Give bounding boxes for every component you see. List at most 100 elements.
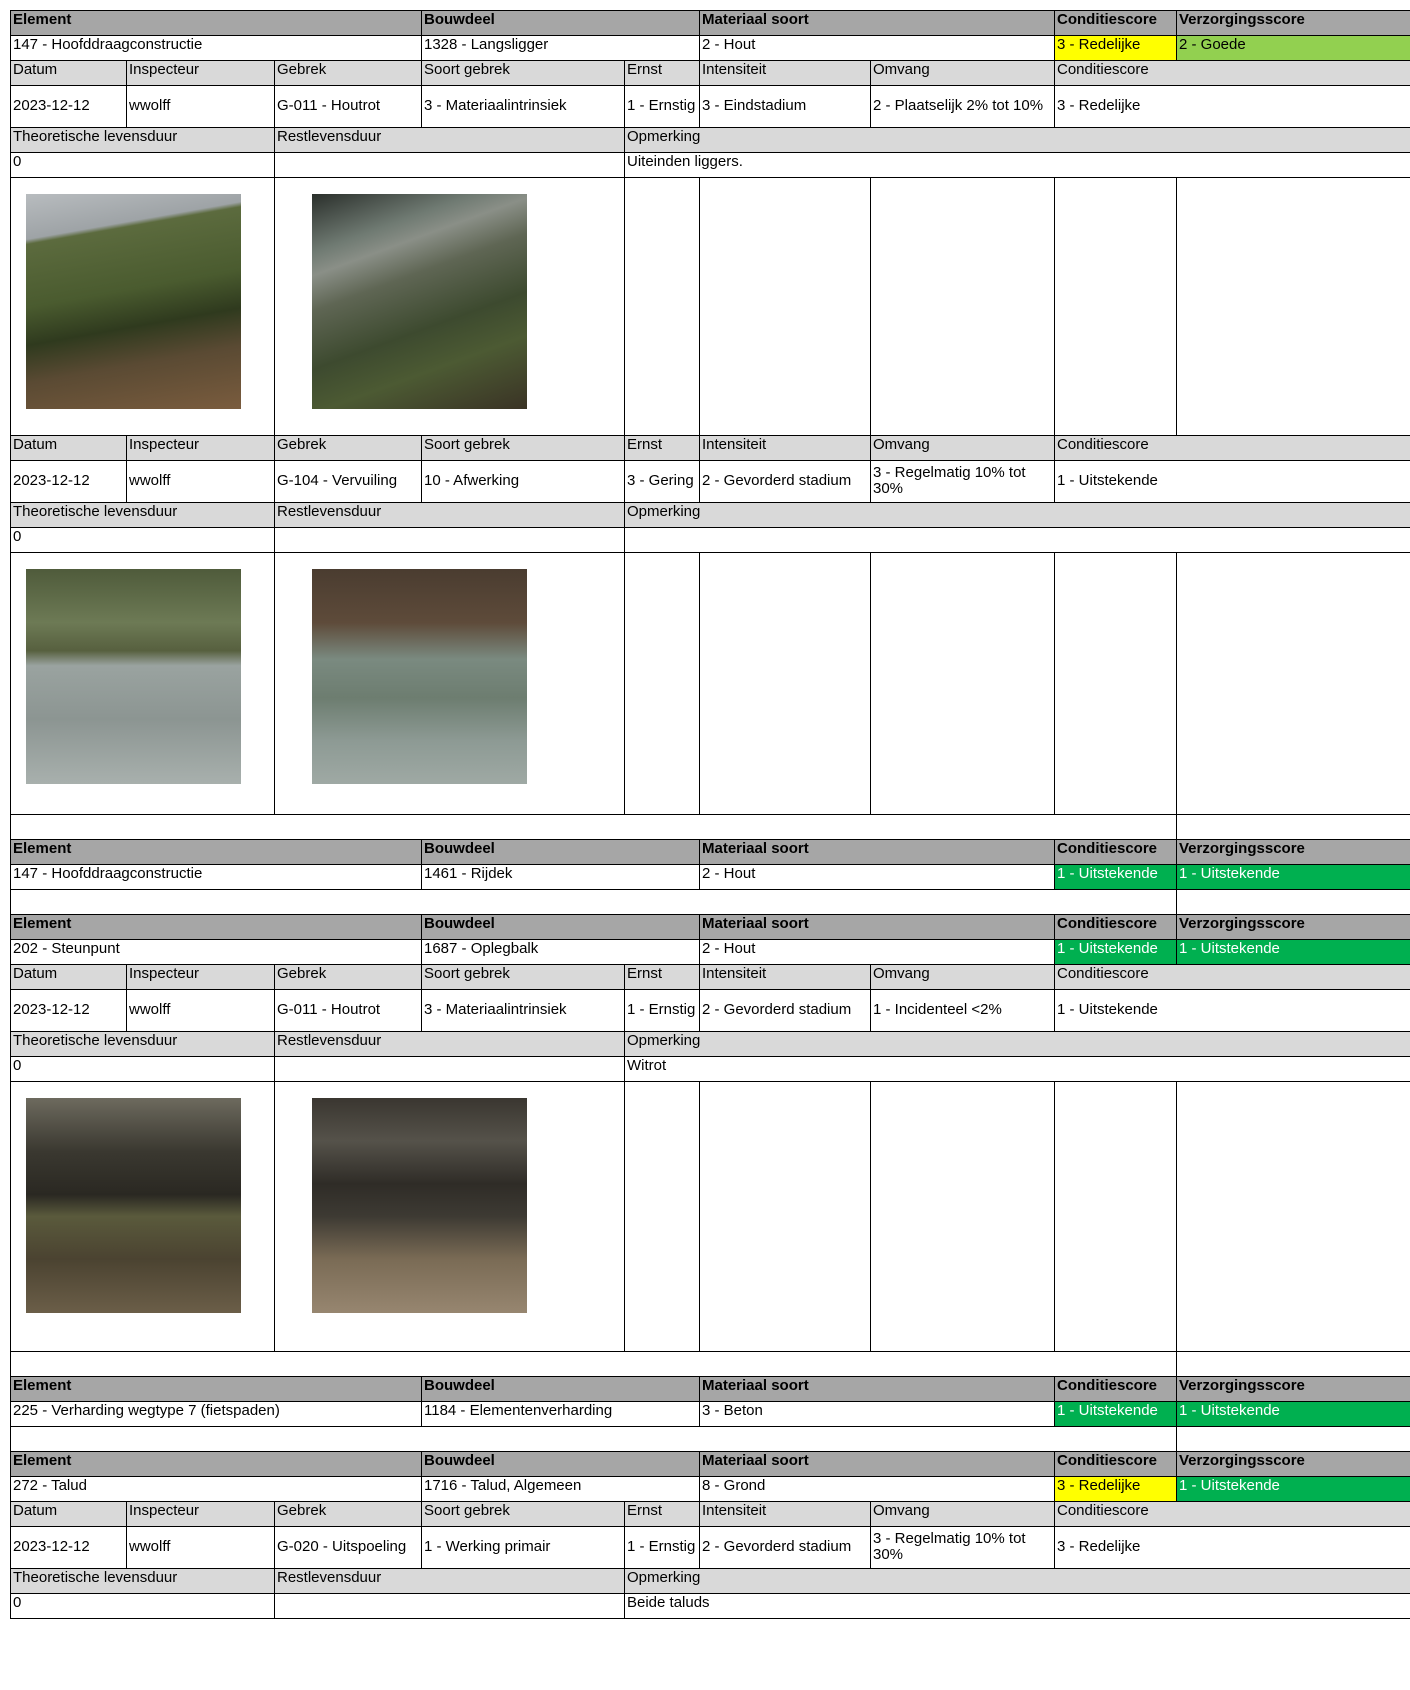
grid-line — [624, 1056, 625, 1081]
conditiescore-badge: 3 - Redelijke — [1054, 35, 1176, 60]
datum-value: 2023-12-12 — [13, 1538, 90, 1555]
grid-line — [421, 1451, 422, 1476]
grid-line — [699, 914, 700, 939]
verzorgingsscore-badge: 2 - Goede — [1176, 35, 1410, 60]
inspecteur-value: wwolff — [129, 97, 171, 114]
label-theoretische-levensduur: Theoretische levensduur — [10, 502, 274, 527]
grid-line — [126, 85, 127, 127]
grid-line — [1054, 1401, 1055, 1426]
col-header-bouwdeel: Bouwdeel — [421, 839, 699, 864]
grid-line — [1176, 552, 1177, 814]
materiaal-value: 2 - Hout — [702, 940, 756, 957]
omvang-value: 1 - Incidenteel <2% — [873, 1001, 1002, 1018]
grid-line — [274, 989, 275, 1031]
label-soort-gebrek: Soort gebrek — [421, 435, 624, 460]
element-value: 147 - Hoofddraagconstructie — [13, 36, 203, 53]
intensiteit-value: 3 - Eindstadium — [702, 97, 807, 114]
ernst-value: 1 - Ernstig — [627, 97, 696, 114]
grid-line — [1176, 939, 1177, 964]
element-value: 225 - Verharding wegtype 7 (fietspaden) — [13, 1402, 280, 1419]
datum-value: 2023-12-12 — [13, 97, 90, 114]
grid-line — [274, 60, 275, 85]
grid-line — [699, 35, 700, 60]
label-inspecteur: Inspecteur — [126, 435, 274, 460]
label-gebrek: Gebrek — [274, 60, 421, 85]
materiaal-value: 2 - Hout — [702, 36, 756, 53]
label-gebrek: Gebrek — [274, 1501, 421, 1526]
ernst-value: 3 - Gering — [627, 472, 694, 489]
inspecteur-value: wwolff — [129, 472, 171, 489]
grid-line — [10, 1501, 1410, 1502]
inspecteur-value: wwolff — [129, 1538, 171, 1555]
grid-line — [699, 10, 700, 35]
restlevensduur-value — [274, 1593, 624, 1618]
grid-line — [274, 85, 275, 127]
grid-line — [10, 1593, 1410, 1594]
grid-line — [126, 60, 127, 85]
grid-line — [1054, 85, 1055, 127]
conditiescore-value: 1 - Uitstekende — [1057, 1001, 1158, 1018]
grid-line — [624, 60, 625, 85]
grid-line — [1176, 914, 1177, 939]
col-header-verzorgingsscore: Verzorgingsscore — [1176, 839, 1410, 864]
label-omvang: Omvang — [870, 60, 1054, 85]
grid-line — [421, 964, 422, 989]
grid-line — [624, 435, 625, 460]
theoretische-levensduur-value: 0 — [13, 1594, 22, 1611]
grid-line — [10, 1593, 11, 1618]
grid-line — [1054, 35, 1055, 60]
grid-line — [10, 1056, 11, 1081]
grid-line — [274, 1081, 275, 1351]
grid-line — [10, 1618, 1410, 1619]
grid-line — [421, 35, 422, 60]
grid-line — [624, 460, 625, 502]
grid-line — [10, 10, 1410, 11]
intensiteit-value: 2 - Gevorderd stadium — [702, 472, 852, 489]
label-ernst: Ernst — [624, 1501, 699, 1526]
grid-line — [10, 939, 1410, 940]
grid-line — [10, 1526, 11, 1568]
soort-gebrek-value: 10 - Afwerking — [424, 472, 520, 489]
soort-gebrek-value: 3 - Materiaalintrinsiek — [424, 97, 567, 114]
grid-line — [421, 1376, 422, 1401]
grid-line — [10, 177, 11, 435]
grid-line — [1176, 35, 1177, 60]
grid-line — [421, 60, 422, 85]
grid-line — [421, 1401, 422, 1426]
ernst-value: 1 - Ernstig — [627, 1538, 696, 1555]
grid-line — [10, 435, 11, 460]
grid-line — [10, 60, 11, 85]
col-header-element: Element — [10, 914, 421, 939]
grid-line — [1176, 1081, 1177, 1351]
grid-line — [10, 889, 1410, 890]
grid-line — [421, 914, 422, 939]
grid-line — [699, 552, 700, 814]
restlevensduur-value — [274, 1056, 624, 1081]
grid-line — [1176, 889, 1177, 914]
grid-line — [274, 1056, 275, 1081]
col-header-materiaal: Materiaal soort — [699, 839, 1054, 864]
grid-line — [10, 914, 11, 939]
grid-line — [421, 460, 422, 502]
conditiescore-badge: 3 - Redelijke — [1054, 1476, 1176, 1501]
col-header-element: Element — [10, 1451, 421, 1476]
col-header-verzorgingsscore: Verzorgingsscore — [1176, 1451, 1410, 1476]
photo-under-bridge-water — [312, 569, 527, 784]
grid-line — [624, 1568, 625, 1593]
grid-line — [1176, 1351, 1177, 1376]
grid-line — [10, 1351, 1410, 1352]
grid-line — [699, 939, 700, 964]
grid-line — [1054, 914, 1055, 939]
materiaal-value: 8 - Grond — [702, 1477, 766, 1494]
bouwdeel-value: 1461 - Rijdek — [424, 865, 513, 882]
grid-line — [274, 1526, 275, 1568]
grid-line — [699, 85, 700, 127]
grid-line — [699, 839, 700, 864]
grid-line — [1054, 435, 1055, 460]
grid-line — [10, 1401, 11, 1426]
col-header-element: Element — [10, 839, 421, 864]
grid-line — [274, 527, 275, 552]
theoretische-levensduur-value: 0 — [13, 528, 22, 545]
col-header-element: Element — [10, 10, 421, 35]
col-header-element: Element — [10, 1376, 421, 1401]
